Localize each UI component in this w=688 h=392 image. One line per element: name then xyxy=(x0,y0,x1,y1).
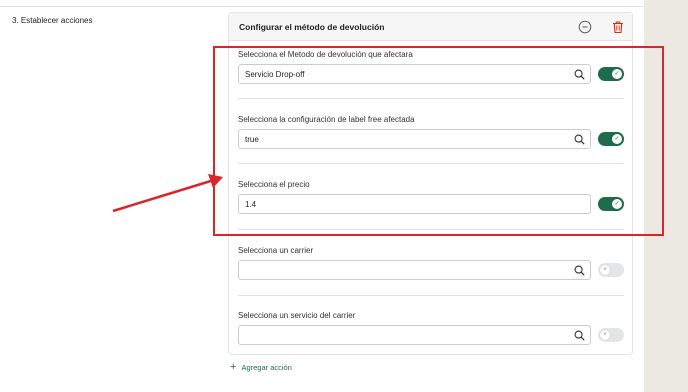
field-carrier: Selecciona un carrier × xyxy=(238,246,624,280)
plus-icon: + xyxy=(230,361,237,373)
carrier-service-input[interactable] xyxy=(238,325,591,345)
field-carrier-service: Selecciona un servicio del carrier × xyxy=(238,311,624,345)
toggle-switch[interactable]: ✓ xyxy=(598,67,624,81)
check-icon: ✓ xyxy=(612,69,622,79)
add-action-button[interactable]: + Agregar acción xyxy=(230,361,292,373)
divider xyxy=(238,229,624,230)
card-title: Configurar el método de devolución xyxy=(239,21,385,32)
field-label: Selecciona el Metodo de devolución que a… xyxy=(238,50,413,59)
check-icon: ✓ xyxy=(612,199,622,209)
field-label: Selecciona un carrier xyxy=(238,246,314,255)
search-icon[interactable] xyxy=(574,265,585,276)
right-gutter xyxy=(644,0,688,392)
field-label: Selecciona la configuración de label fre… xyxy=(238,115,415,124)
x-icon: × xyxy=(600,330,610,340)
field-label: Selecciona un servicio del carrier xyxy=(238,311,356,320)
x-icon: × xyxy=(600,265,610,275)
trash-icon[interactable] xyxy=(611,20,625,34)
search-icon[interactable] xyxy=(574,330,585,341)
card-header: Configurar el método de devolución xyxy=(229,13,632,41)
add-action-label: Agregar acción xyxy=(241,362,292,372)
toggle-switch[interactable]: × xyxy=(598,328,624,342)
top-divider xyxy=(0,6,644,7)
step-label: 3. Establecer acciones xyxy=(12,16,93,25)
toggle-switch[interactable]: × xyxy=(598,263,624,277)
field-return-method: Selecciona el Metodo de devolución que a… xyxy=(238,50,624,84)
field-label: Selecciona el precio xyxy=(238,180,310,189)
label-free-input[interactable]: true xyxy=(238,129,591,149)
price-input[interactable]: 1.4 xyxy=(238,194,591,214)
divider xyxy=(238,163,624,164)
toggle-switch[interactable]: ✓ xyxy=(598,132,624,146)
search-icon[interactable] xyxy=(574,134,585,145)
action-card: Configurar el método de devolución Selec… xyxy=(228,12,633,355)
divider xyxy=(238,295,624,296)
toggle-switch[interactable]: ✓ xyxy=(598,197,624,211)
carrier-input[interactable] xyxy=(238,260,591,280)
divider xyxy=(238,98,624,99)
input-value: true xyxy=(245,134,259,144)
input-value: Servicio Drop-off xyxy=(245,69,305,79)
search-icon[interactable] xyxy=(574,69,585,80)
input-value: 1.4 xyxy=(245,199,257,209)
field-label-free: Selecciona la configuración de label fre… xyxy=(238,115,624,149)
check-icon: ✓ xyxy=(612,134,622,144)
return-method-input[interactable]: Servicio Drop-off xyxy=(238,64,591,84)
minus-circle-icon[interactable] xyxy=(578,20,592,34)
field-price: Selecciona el precio 1.4 ✓ xyxy=(238,180,624,214)
